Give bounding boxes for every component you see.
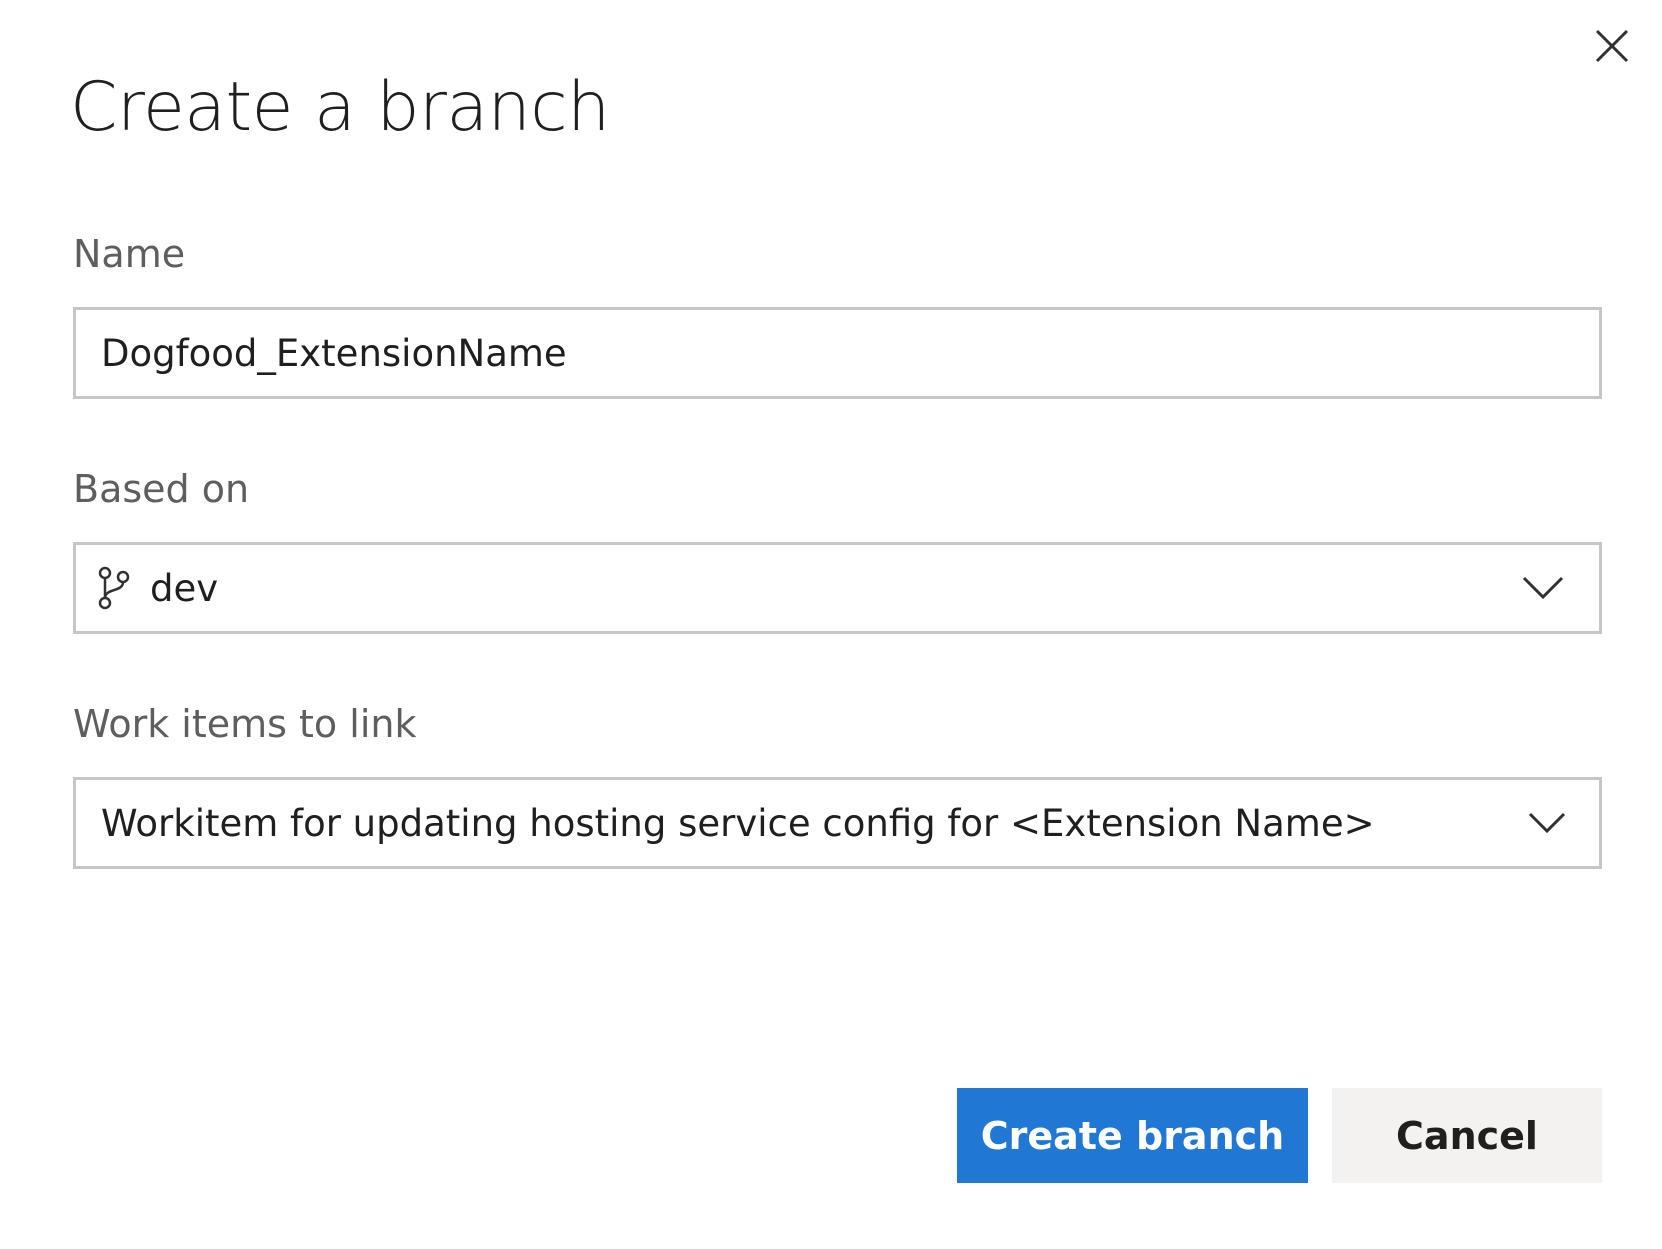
- name-input[interactable]: [76, 310, 1599, 396]
- work-items-value: Workitem for updating hosting service co…: [101, 801, 1375, 845]
- create-branch-dialog: Create a branch Name Based on dev Work i…: [0, 0, 1662, 1249]
- create-branch-button[interactable]: Create branch: [957, 1088, 1308, 1183]
- chevron-down-icon: [1521, 575, 1565, 601]
- close-icon: [1594, 28, 1630, 64]
- chevron-down-icon: [1525, 810, 1569, 836]
- cancel-button[interactable]: Cancel: [1332, 1088, 1602, 1183]
- branch-icon: [96, 566, 132, 610]
- close-button[interactable]: [1590, 24, 1634, 68]
- name-label: Name: [73, 232, 186, 276]
- work-items-dropdown[interactable]: Workitem for updating hosting service co…: [73, 777, 1602, 869]
- name-field: [73, 307, 1602, 399]
- dialog-title: Create a branch: [70, 68, 610, 147]
- based-on-value: dev: [150, 566, 219, 610]
- based-on-dropdown[interactable]: dev: [73, 542, 1602, 634]
- work-items-label: Work items to link: [73, 702, 417, 746]
- based-on-label: Based on: [73, 467, 250, 511]
